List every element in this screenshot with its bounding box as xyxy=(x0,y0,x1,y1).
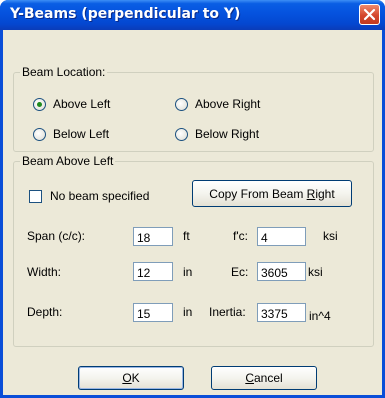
dialog-body: Beam Location: Above Left Above Right Be… xyxy=(3,30,382,395)
depth-input[interactable] xyxy=(133,303,173,322)
width-label: Width: xyxy=(27,265,62,279)
radio-above-right[interactable]: Above Right xyxy=(175,96,260,112)
ok-button-accel: O xyxy=(122,371,132,385)
checkbox-box xyxy=(29,189,42,203)
radio-indicator xyxy=(33,97,46,111)
fc-unit: ksi xyxy=(323,229,338,243)
span-label: Span (c/c): xyxy=(27,229,86,243)
copy-from-beam-right-button[interactable]: Copy From Beam Right xyxy=(192,180,352,207)
close-icon xyxy=(363,8,376,21)
cancel-button-accel: C xyxy=(245,371,254,385)
inertia-input[interactable] xyxy=(257,303,306,322)
radio-label: Below Left xyxy=(53,127,110,141)
span-input[interactable] xyxy=(133,227,173,246)
inertia-unit: in^4 xyxy=(309,309,331,323)
no-beam-label: No beam specified xyxy=(50,189,150,203)
copy-button-label-suffix: ight xyxy=(315,186,335,201)
fc-label: f'c: xyxy=(233,229,248,243)
radio-indicator xyxy=(175,127,188,141)
title-bar[interactable]: Y-Beams (perpendicular to Y) xyxy=(0,0,385,30)
ec-input[interactable] xyxy=(257,262,306,281)
dialog-window: Y-Beams (perpendicular to Y) Beam Locati… xyxy=(0,0,385,398)
inertia-label: Inertia: xyxy=(209,305,246,319)
ec-unit: ksi xyxy=(308,265,323,279)
radio-label: Above Left xyxy=(53,97,111,111)
radio-below-left[interactable]: Below Left xyxy=(33,126,109,142)
radio-below-right[interactable]: Below Right xyxy=(175,126,259,142)
cancel-button-label: ancel xyxy=(253,371,283,385)
close-button[interactable] xyxy=(359,4,380,25)
width-unit: in xyxy=(183,265,193,279)
cancel-button[interactable]: Cancel xyxy=(211,366,317,390)
width-input[interactable] xyxy=(133,262,173,281)
ok-button[interactable]: OK xyxy=(78,366,184,390)
fc-input[interactable] xyxy=(257,227,306,246)
beam-properties-legend: Beam Above Left xyxy=(22,154,114,168)
span-unit: ft xyxy=(183,229,190,243)
window-title: Y-Beams (perpendicular to Y) xyxy=(10,6,241,22)
depth-label: Depth: xyxy=(27,305,63,319)
copy-button-accel: R xyxy=(306,186,316,201)
radio-indicator xyxy=(33,127,46,141)
radio-label: Below Right xyxy=(195,127,260,141)
ok-button-label: K xyxy=(131,371,140,385)
radio-above-left[interactable]: Above Left xyxy=(33,96,110,112)
copy-button-label-prefix: Copy From Beam xyxy=(209,186,307,201)
depth-unit: in xyxy=(183,305,193,319)
no-beam-checkbox[interactable]: No beam specified xyxy=(29,189,149,203)
beam-location-legend: Beam Location: xyxy=(22,65,106,79)
radio-indicator xyxy=(175,97,188,111)
ec-label: Ec: xyxy=(231,265,249,279)
radio-label: Above Right xyxy=(195,97,261,111)
